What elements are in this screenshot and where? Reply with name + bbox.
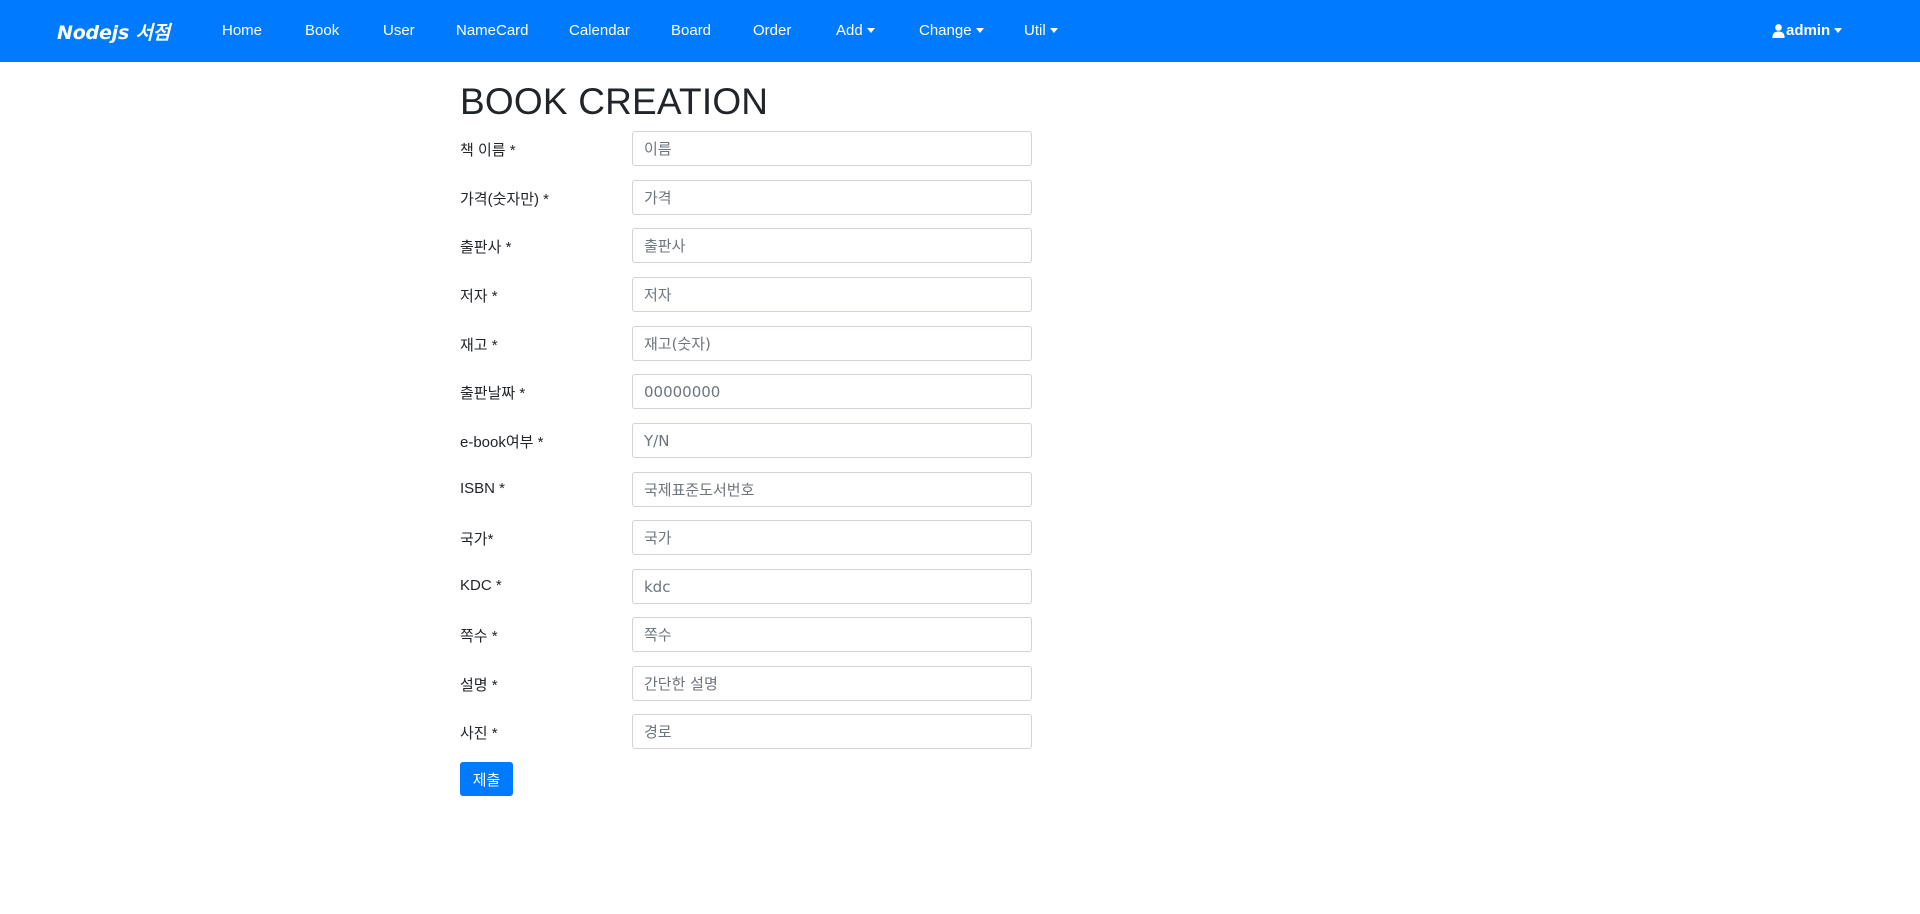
brand-logo[interactable]: Nodejs 서점 bbox=[57, 18, 170, 45]
form-row-ebook: e-book여부 * bbox=[460, 423, 1035, 458]
nav-user[interactable]: User bbox=[383, 22, 415, 39]
pages-label: 쪽수 * bbox=[460, 628, 498, 645]
description-input[interactable] bbox=[632, 666, 1032, 701]
pages-input[interactable] bbox=[632, 617, 1032, 652]
author-label: 저자 * bbox=[460, 288, 498, 305]
publisher-input[interactable] bbox=[632, 228, 1032, 263]
photo-input[interactable] bbox=[632, 714, 1032, 749]
submit-button[interactable]: 제출 bbox=[460, 762, 513, 796]
isbn-input[interactable] bbox=[632, 472, 1032, 507]
ebook-input[interactable] bbox=[632, 423, 1032, 458]
country-input[interactable] bbox=[632, 520, 1032, 555]
nav-util-label: Util bbox=[1024, 22, 1046, 39]
nav-change-label: Change bbox=[919, 22, 972, 39]
chevron-down-icon bbox=[975, 28, 984, 33]
form-row-book-name: 책 이름 * bbox=[460, 131, 1035, 166]
nav-calendar[interactable]: Calendar bbox=[569, 22, 630, 39]
description-label: 설명 * bbox=[460, 677, 498, 694]
stock-input[interactable] bbox=[632, 326, 1032, 361]
form-row-description: 설명 * bbox=[460, 666, 1035, 701]
top-navbar: Nodejs 서점 Home Book User NameCard Calend… bbox=[0, 0, 1920, 62]
user-name: admin bbox=[1786, 22, 1831, 39]
stock-label: 재고 * bbox=[460, 337, 498, 354]
nav-order[interactable]: Order bbox=[753, 22, 791, 39]
chevron-down-icon bbox=[1049, 28, 1058, 33]
nav-home[interactable]: Home bbox=[222, 22, 262, 39]
publish-date-input[interactable] bbox=[632, 374, 1032, 409]
page-title: BOOK CREATION bbox=[460, 81, 769, 122]
form-row-author: 저자 * bbox=[460, 277, 1035, 312]
form-row-publish-date: 출판날짜 * bbox=[460, 374, 1035, 409]
form-row-country: 국가* bbox=[460, 520, 1035, 555]
photo-label: 사진 * bbox=[460, 725, 498, 742]
publisher-label: 출판사 * bbox=[460, 239, 512, 256]
user-menu-dropdown[interactable]: admin bbox=[1772, 22, 1843, 39]
nav-namecard[interactable]: NameCard bbox=[456, 22, 529, 39]
ebook-label: e-book여부 * bbox=[460, 434, 544, 451]
price-label: 가격(숫자만) * bbox=[460, 191, 549, 208]
form-row-publisher: 출판사 * bbox=[460, 228, 1035, 263]
kdc-label: KDC * bbox=[460, 577, 502, 594]
nav-util-dropdown[interactable]: Util bbox=[1024, 22, 1058, 39]
form-row-isbn: ISBN * bbox=[460, 472, 1035, 507]
isbn-label: ISBN * bbox=[460, 480, 506, 497]
country-label: 국가* bbox=[460, 531, 494, 548]
form-row-kdc: KDC * bbox=[460, 569, 1035, 604]
kdc-input[interactable] bbox=[632, 569, 1032, 604]
price-input[interactable] bbox=[632, 180, 1032, 215]
chevron-down-icon bbox=[1834, 28, 1843, 33]
form-row-stock: 재고 * bbox=[460, 326, 1035, 361]
user-icon bbox=[1772, 23, 1785, 38]
form-row-pages: 쪽수 * bbox=[460, 617, 1035, 652]
book-name-input[interactable] bbox=[632, 131, 1032, 166]
book-name-label: 책 이름 * bbox=[460, 142, 516, 159]
form-row-price: 가격(숫자만) * bbox=[460, 180, 1035, 215]
form-row-photo: 사진 * bbox=[460, 714, 1035, 749]
nav-book[interactable]: Book bbox=[305, 22, 339, 39]
publish-date-label: 출판날짜 * bbox=[460, 385, 526, 402]
nav-board[interactable]: Board bbox=[671, 22, 711, 39]
nav-add-label: Add bbox=[836, 22, 863, 39]
author-input[interactable] bbox=[632, 277, 1032, 312]
nav-add-dropdown[interactable]: Add bbox=[836, 22, 875, 39]
nav-change-dropdown[interactable]: Change bbox=[919, 22, 984, 39]
chevron-down-icon bbox=[866, 28, 875, 33]
